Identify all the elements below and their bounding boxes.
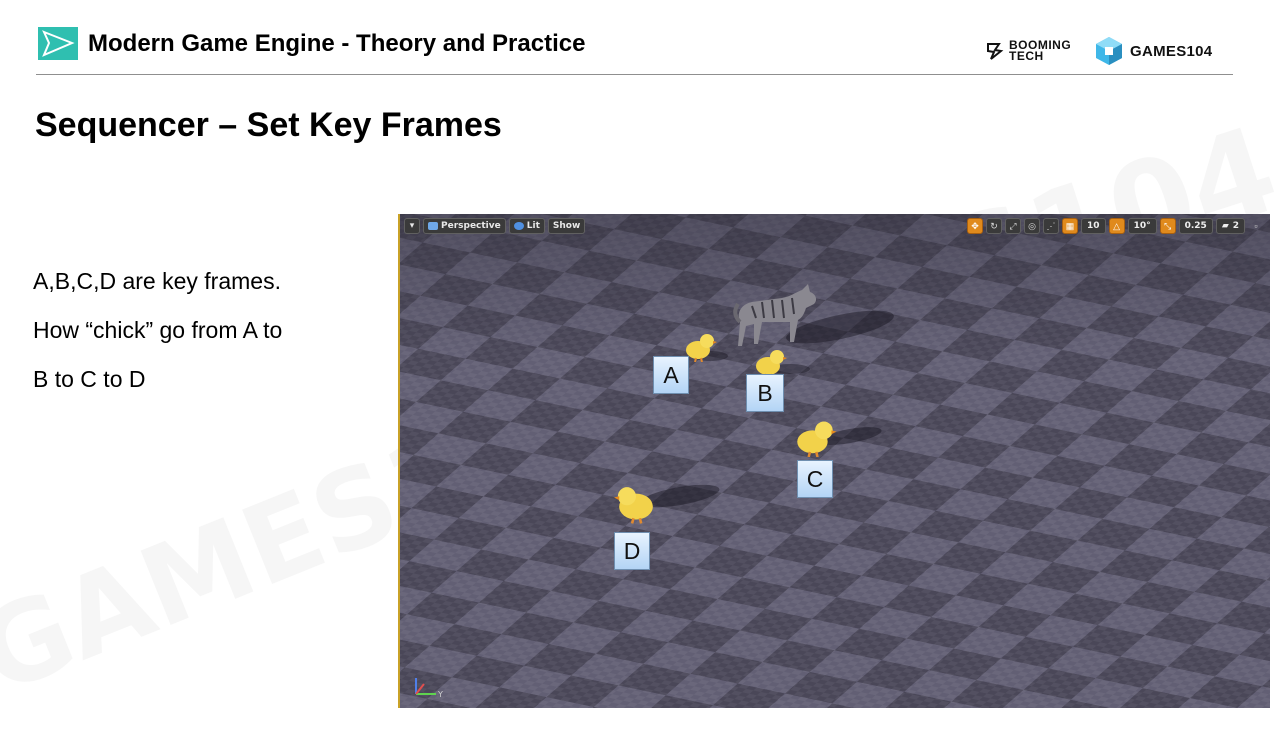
booming-tech-logo: BOOMING TECH [985,36,1071,66]
games104-cube-icon [1096,37,1122,65]
world-space-icon[interactable]: ◎ [1024,218,1041,234]
perspective-label: Perspective [441,221,501,231]
lit-button[interactable]: Lit [508,218,545,234]
body-line: How “chick” go from A to [33,317,283,343]
surface-snap-icon[interactable]: ⋰ [1043,218,1060,234]
slide-body: A,B,C,D are key frames. How “chick” go f… [33,257,363,404]
chick-d [614,487,653,524]
scale-tool-icon[interactable]: ⤢ [1005,218,1022,234]
presentation-play-icon [38,27,78,60]
viewport-toolbar-left: ▾ Perspective Lit Show [404,218,586,234]
grid-snap-value[interactable]: 10 [1081,218,1106,234]
booming-logo-line2: TECH [1009,49,1044,63]
rotation-snap-icon[interactable]: △ [1108,218,1125,234]
axis-gizmo: Y [415,678,443,699]
viewport-options-button[interactable]: ▾ [404,218,420,234]
slide-title: Sequencer – Set Key Frames [35,106,502,144]
keyframe-label-c: C [797,460,833,498]
lit-sphere-icon [513,222,524,230]
body-line: A,B,C,D are key frames. [33,268,281,294]
translate-tool-icon[interactable]: ✥ [967,218,984,234]
booming-tech-mark-icon [987,43,1004,60]
scale-snap-icon[interactable]: ⤡ [1159,218,1176,234]
keyframe-label-d: D [614,532,650,570]
editor-viewport[interactable]: ▾ Perspective Lit Show ✥ ↻ ⤢ ◎ ⋰ ▦ 10 △ … [398,214,1270,708]
checkered-floor [400,214,1270,708]
body-line: B to C to D [33,366,146,392]
camera-icon: ▰ [1221,221,1229,231]
show-button[interactable]: Show [547,218,586,234]
rotate-tool-icon[interactable]: ↻ [986,218,1003,234]
lit-label: Lit [526,221,540,231]
scale-snap-value[interactable]: 0.25 [1178,218,1213,234]
header-title: Modern Game Engine - Theory and Practice [88,30,586,57]
axis-y-label: Y [437,690,443,699]
cat-model [733,284,817,346]
camera-speed-control[interactable]: ▰ 2 [1215,218,1245,234]
header-divider [36,74,1233,75]
maximize-icon[interactable]: ▫ [1248,218,1264,234]
rotation-snap-value[interactable]: 10° [1127,218,1157,234]
keyframe-label-a: A [653,356,689,394]
camera-speed-value: 2 [1232,221,1239,231]
games104-logo: GAMES104 [1094,35,1212,67]
chevron-down-icon: ▾ [409,221,415,231]
games104-logo-text: GAMES104 [1130,42,1213,60]
perspective-icon [428,222,438,230]
keyframe-label-b: B [746,374,784,412]
grid-snap-icon[interactable]: ▦ [1062,218,1079,234]
perspective-button[interactable]: Perspective [423,218,506,234]
viewport-toolbar-right: ✥ ↻ ⤢ ◎ ⋰ ▦ 10 △ 10° ⤡ 0.25 ▰ 2 ▫ [967,218,1264,234]
chick-c [797,421,837,457]
show-label: Show [552,221,581,231]
